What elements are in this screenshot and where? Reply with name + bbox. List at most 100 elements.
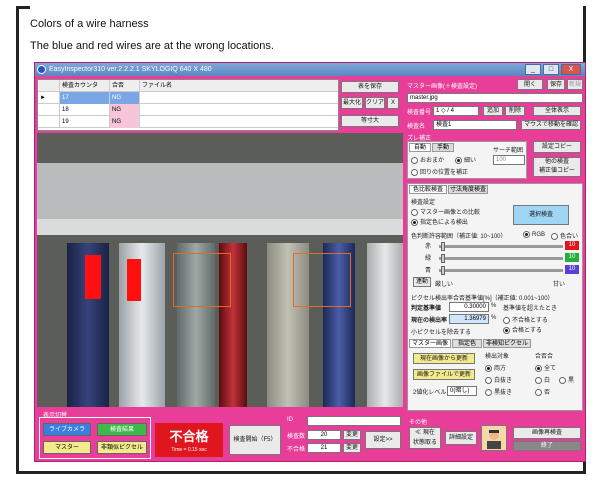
coarse-radio[interactable]: おおまか — [411, 155, 444, 164]
operator-icon[interactable] — [481, 425, 507, 451]
dark-radio[interactable]: 黒抜き — [485, 387, 512, 396]
actual-size-button[interactable]: 等寸大 — [341, 115, 399, 127]
red-slider-handle[interactable] — [441, 242, 445, 251]
table-header-cell: 検査カウンタ — [60, 80, 110, 92]
detail-settings-button[interactable]: 詳細設定 — [445, 431, 477, 445]
table-row[interactable]: ► 17 NG — [38, 92, 338, 104]
blue-slider-handle[interactable] — [441, 266, 445, 275]
light-radio[interactable]: 白抜き — [485, 375, 512, 384]
save-table-button[interactable]: 表を保存 — [341, 81, 399, 93]
both-radio[interactable]: 両方 — [485, 363, 506, 372]
clear-button[interactable]: クリア — [365, 97, 385, 109]
table-header-cell: ファイル名 — [142, 83, 173, 89]
white-radio[interactable]: 白 — [535, 375, 550, 384]
no-radio[interactable]: 否 — [535, 387, 550, 396]
judge-value-field[interactable]: 0.30000 — [449, 302, 489, 312]
blue-slider[interactable] — [439, 269, 563, 272]
subtab-color[interactable]: 指定色 — [452, 339, 482, 348]
rgb-radio[interactable]: RGB — [523, 231, 545, 238]
link-button[interactable]: 連動 — [413, 277, 431, 287]
close-button[interactable]: X — [561, 64, 581, 75]
specified-color-radio[interactable]: 指定色による検出 — [411, 217, 468, 226]
color-range-label: 色判断許容範囲（補正値: 10~100） — [411, 234, 507, 240]
table-row[interactable]: 18 NG — [38, 104, 338, 116]
mismatch-pixels-button[interactable]: 非類似ピクセル — [97, 441, 147, 454]
maximize-button[interactable]: □ — [543, 64, 559, 75]
finish-button[interactable]: 終了 — [513, 441, 581, 451]
master-file-field[interactable]: master.jpg — [407, 93, 583, 103]
inspect-result-button[interactable]: 検査結果 — [97, 423, 147, 436]
app-icon — [37, 65, 46, 74]
save-button[interactable]: 保存 — [547, 79, 565, 90]
prev-state-button[interactable]: ≪ 現在 状態取る — [409, 427, 441, 449]
judge-percent: % — [491, 303, 497, 309]
tab-manual[interactable]: 手動 — [432, 143, 454, 152]
ng-count-label: 不合格 — [287, 447, 306, 453]
bottom-bar: 表示切替 ライブカメラ 検査結果 マスター 非類似ピクセル 不合格 Time =… — [37, 409, 403, 461]
show-all-button[interactable]: 全体表示 — [533, 106, 581, 116]
count-change-button[interactable]: 変更 — [343, 430, 361, 440]
inspection-region[interactable] — [173, 253, 231, 307]
result-table[interactable]: 検査カウンタ 合否 ファイル名 ► 17 NG 18 NG 19 NG — [37, 79, 339, 131]
row-counter: 17 — [60, 92, 110, 104]
green-slider-handle[interactable] — [441, 254, 445, 263]
tab-color-compare[interactable]: 色比較検査 — [409, 185, 447, 194]
window-title: EasyInspector310 ver.2.2.2.1 SKYLOGIQ 64… — [49, 66, 212, 73]
inspection-name-field[interactable]: 検査1 — [433, 120, 517, 130]
mouse-move-button[interactable]: マウスで移動を確認 — [521, 120, 581, 130]
green-slider[interactable] — [439, 257, 563, 260]
green-value: 10 — [565, 253, 579, 262]
camera-image[interactable] — [37, 133, 403, 407]
color-select-button[interactable]: 選択検査 — [513, 205, 569, 225]
fail-radio[interactable]: 不合格とする — [503, 315, 548, 324]
clear-x-button[interactable]: X — [387, 97, 399, 109]
title-bar: EasyInspector310 ver.2.2.2.1 SKYLOGIQ 64… — [35, 63, 585, 76]
wire — [367, 243, 403, 407]
settings-toggle-button[interactable]: 設定>> — [365, 431, 401, 449]
reinspect-button[interactable]: 画像再検査 — [513, 427, 581, 439]
bin-level-select[interactable]: 0(暗し) — [447, 386, 477, 396]
row-marker — [38, 104, 60, 116]
id-field[interactable] — [307, 416, 401, 426]
inspection-name-label: 検査名 — [407, 124, 426, 130]
subtab-master[interactable]: マスター画像 — [409, 339, 451, 348]
inspection-region[interactable] — [293, 253, 351, 307]
live-camera-button[interactable]: ライブカメラ — [43, 423, 91, 436]
subtab-mismatch[interactable]: 非検知ピクセル — [483, 339, 531, 348]
other-label: その他 — [409, 420, 428, 426]
hue-radio[interactable]: 色合い — [551, 231, 578, 240]
tab-auto[interactable]: 自動 — [409, 143, 431, 152]
all-radio[interactable]: 全て — [535, 363, 556, 372]
row-marker — [38, 116, 60, 128]
table-header-cell: 合否 — [110, 80, 140, 92]
add-button[interactable]: 追加 — [483, 106, 503, 116]
blue-value: 10 — [565, 265, 579, 274]
red-slider[interactable] — [439, 245, 563, 248]
ng-change-button[interactable]: 変更 — [343, 443, 361, 453]
master-compare-radio[interactable]: マスター画像との比較 — [411, 207, 480, 216]
update-from-image-button[interactable]: 現在画像から更新 — [413, 353, 475, 364]
maximize-image-button[interactable]: 最大化 — [341, 97, 363, 109]
open-button[interactable]: 開く — [517, 79, 543, 90]
small-pixel-checkbox[interactable]: 小ピクセルを除去する — [411, 327, 471, 336]
black-radio[interactable]: 黒 — [559, 375, 574, 384]
update-from-file-button[interactable]: 画像ファイルで更新 — [413, 369, 475, 380]
minimize-button[interactable]: _ — [525, 64, 541, 75]
search-range-select[interactable]: 100 — [493, 155, 525, 165]
blue-label: 青 — [425, 268, 432, 274]
rotation-radio[interactable]: 回りの位置を補正 — [411, 167, 468, 176]
tab-dimension[interactable]: 寸法角度検査 — [448, 185, 488, 194]
table-row[interactable]: 19 NG — [38, 116, 338, 128]
new-button[interactable]: 新規 — [567, 79, 583, 90]
correction-copy-button[interactable]: 他の検査 補正値コピー — [533, 157, 581, 177]
delete-button[interactable]: 削除 — [505, 106, 525, 116]
row-counter: 18 — [60, 104, 110, 116]
start-inspection-button[interactable]: 検査開始（F5） — [229, 425, 281, 455]
current-rate-label: 現在の検出率 — [411, 318, 448, 324]
master-button[interactable]: マスター — [43, 441, 91, 454]
pass-radio[interactable]: 合格とする — [503, 325, 542, 334]
fine-radio[interactable]: 細い — [455, 155, 476, 164]
inspection-number-field[interactable]: 1 ◇ / 4 — [433, 106, 479, 116]
app-window: EasyInspector310 ver.2.2.2.1 SKYLOGIQ 64… — [34, 62, 586, 462]
setting-copy-button[interactable]: 設定コピー — [533, 141, 581, 153]
